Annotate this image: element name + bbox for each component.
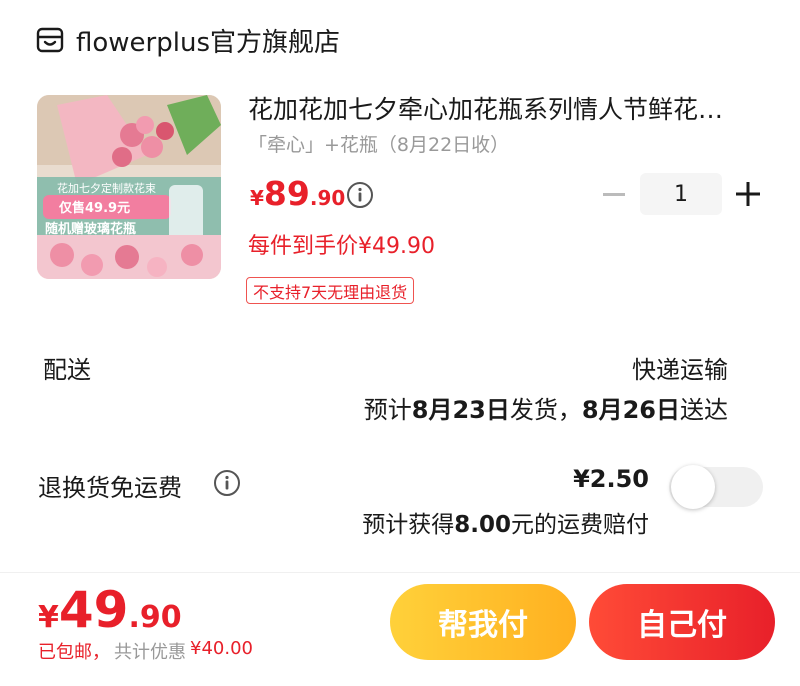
price-info-icon[interactable] bbox=[346, 181, 374, 209]
ins-desc-suffix: 元的运费赔付 bbox=[511, 512, 649, 538]
bouquet-image: 花加七夕定制款花束 仅售49.9元 随机赠玻璃花瓶 bbox=[37, 95, 221, 279]
product-title[interactable]: 花加花加七夕牵心加花瓶系列情人节鲜花… bbox=[248, 90, 768, 126]
product-price: ¥ 89 .90 bbox=[250, 174, 345, 213]
ship-date-prefix: 预计 bbox=[363, 396, 412, 424]
minus-icon bbox=[603, 192, 625, 196]
ins-desc-amount: 8.00 bbox=[454, 512, 511, 538]
overlay-line3: 随机赠玻璃花瓶 bbox=[45, 221, 136, 237]
insurance-info-icon[interactable] bbox=[213, 469, 241, 497]
arrive-day: 8月26日 bbox=[581, 396, 680, 424]
overlay-line2: 仅售49.9元 bbox=[58, 200, 130, 216]
insurance-price: ¥2.50 bbox=[573, 465, 649, 493]
store-icon bbox=[36, 27, 64, 53]
total-summary: 已包邮， 共计优惠 ¥40.00 bbox=[38, 638, 253, 664]
ins-desc-prefix: 预计获得 bbox=[362, 512, 455, 538]
unit-price-text: 每件到手价¥49.90 bbox=[248, 234, 435, 259]
quantity-decrease-button[interactable] bbox=[600, 180, 628, 208]
insurance-description: 预计获得8.00元的运费赔付 bbox=[362, 505, 649, 539]
quantity-increase-button[interactable] bbox=[735, 181, 761, 207]
product-image[interactable]: 花加七夕定制款花束 仅售49.9元 随机赠玻璃花瓶 bbox=[37, 95, 221, 279]
total-decimal: .90 bbox=[128, 600, 182, 635]
discount-label: 共计优惠 bbox=[114, 642, 186, 663]
shipping-method: 快递运输 bbox=[632, 356, 728, 384]
toggle-knob bbox=[671, 465, 715, 509]
shipping-label: 配送 bbox=[43, 356, 91, 384]
price-symbol: ¥ bbox=[250, 186, 264, 210]
shipping-estimate: 预计8月23日发货，8月26日送达 bbox=[364, 390, 728, 425]
help-me-pay-button[interactable]: 帮我付 bbox=[390, 584, 576, 660]
insurance-toggle[interactable] bbox=[669, 465, 763, 509]
return-policy-badge: 不支持7天无理由退货 bbox=[246, 277, 415, 304]
total-price: ¥ 49 .90 bbox=[38, 581, 182, 639]
quantity-input[interactable]: 1 bbox=[640, 173, 722, 215]
ship-date-mid: 发货， bbox=[509, 396, 582, 424]
total-integer: 49 bbox=[58, 581, 129, 639]
insurance-label: 退换货免运费 bbox=[38, 474, 182, 502]
overlay-line1: 花加七夕定制款花束 bbox=[57, 181, 156, 195]
store-name: flowerplus官方旗舰店 bbox=[76, 27, 340, 58]
pay-myself-button[interactable]: 自己付 bbox=[589, 584, 775, 660]
discount-amount: ¥40.00 bbox=[190, 638, 253, 659]
price-decimal: .90 bbox=[309, 186, 346, 210]
total-symbol: ¥ bbox=[38, 600, 59, 635]
product-spec[interactable]: 「牵心」+花瓶（8月22日收） bbox=[248, 130, 509, 157]
free-shipping-text: 已包邮， bbox=[38, 642, 110, 663]
ship-day: 8月23日 bbox=[411, 396, 510, 424]
store-header[interactable]: flowerplus官方旗舰店 bbox=[36, 20, 340, 60]
arrive-suffix: 送达 bbox=[680, 396, 728, 424]
price-integer: 89 bbox=[263, 174, 310, 213]
